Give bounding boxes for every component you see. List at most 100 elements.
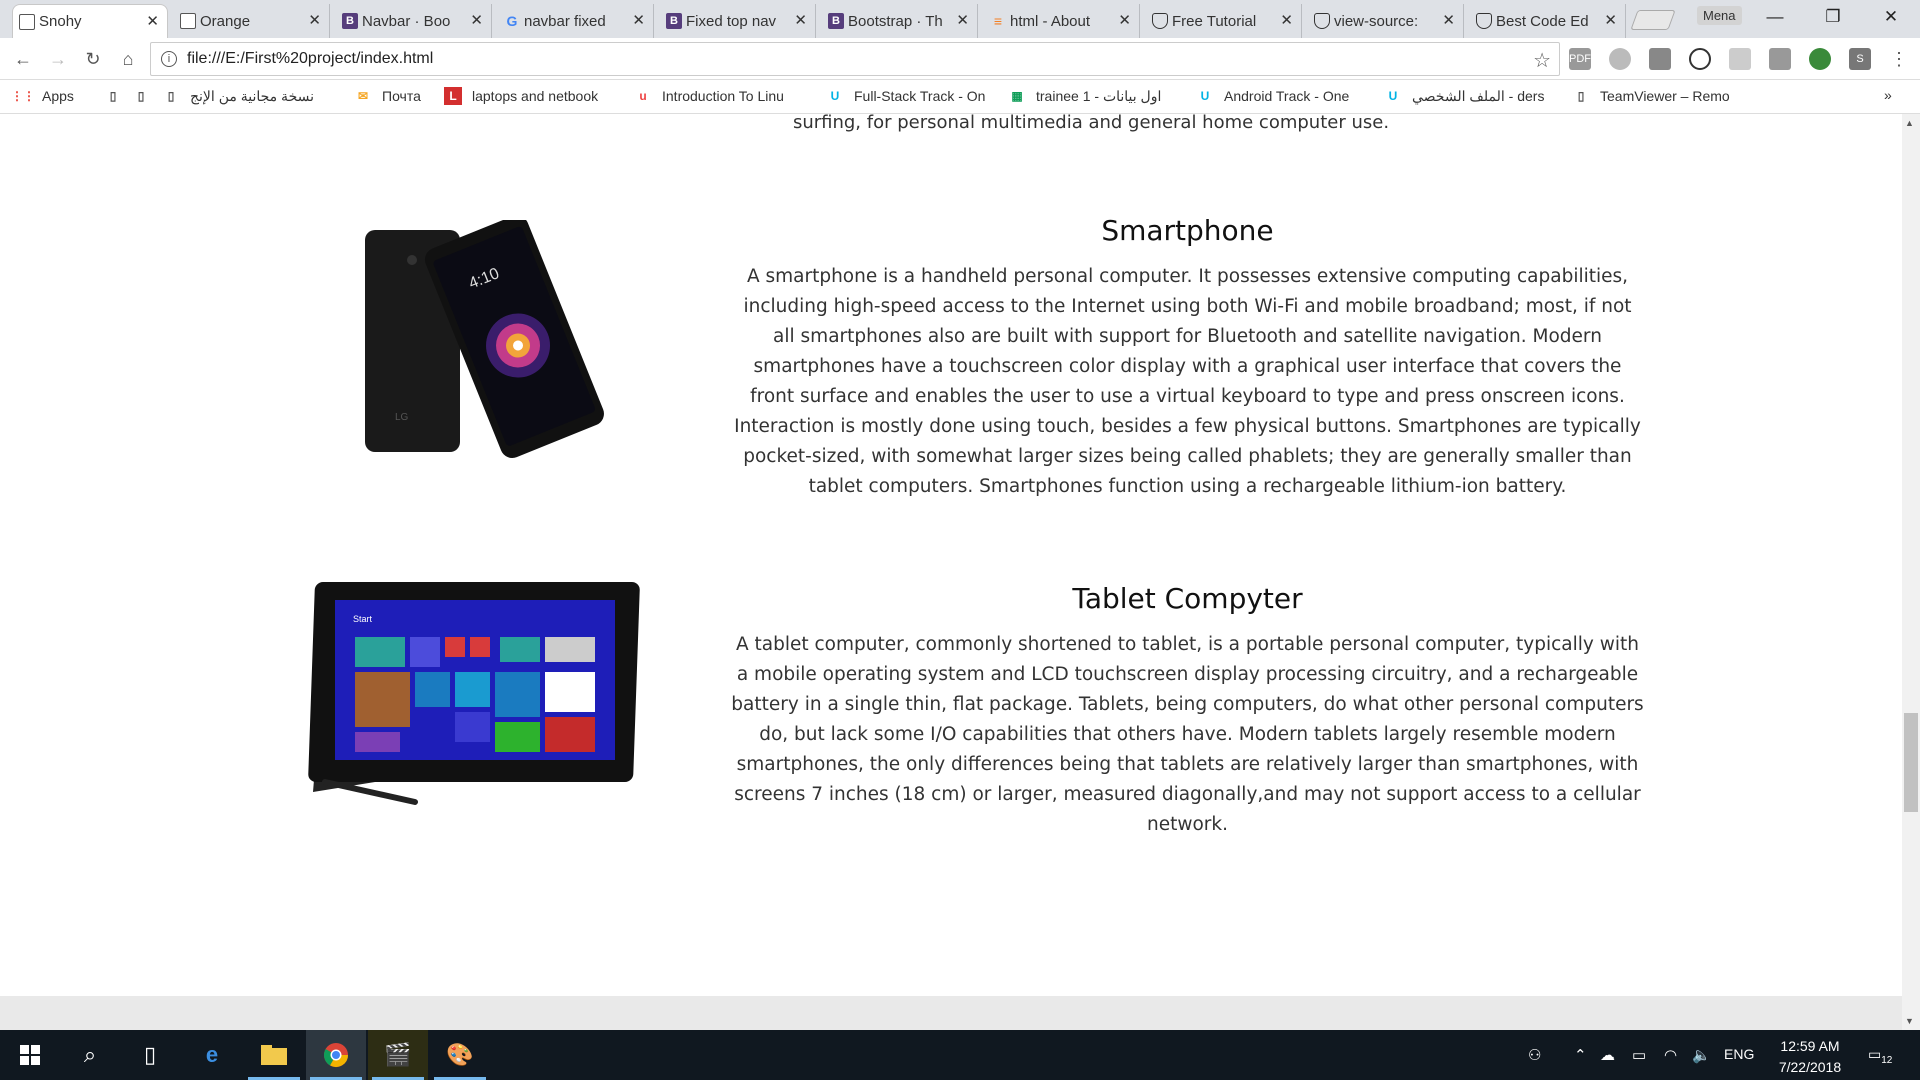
bookmarks-bar: ⋮⋮ Apps ▯ ▯ ▯ نسخة مجانية من الإنج ✉ Почта Llapt… [0, 80, 1920, 114]
browser-tab[interactable]: B Fixed top nav ✕ [660, 4, 816, 38]
browser-tab[interactable]: B Navbar · Boo ✕ [336, 4, 492, 38]
bookmark-item[interactable]: ▦ trainee 1 - اول بيانات [1008, 87, 1161, 105]
taskbar: ⌕ ▯ e 🎬 🎨 ⚇ ⌃ ☁ ▭ ◠ 🔈 ENG 12:59 AM 7/22/… [0, 1030, 1920, 1080]
close-tab-icon[interactable]: ✕ [1442, 11, 1455, 29]
smartphone-image: LG 4:10 [355, 215, 610, 460]
bookmark-star-icon[interactable]: ☆ [1533, 48, 1551, 73]
menu-icon[interactable]: ⋮ [1886, 46, 1912, 72]
scroll-down-arrow-icon[interactable]: ▼ [1905, 1016, 1914, 1026]
browser-toolbar: ← → ↻ ⌂ i file:///E:/First%20project/ind… [0, 38, 1920, 80]
browser-tab[interactable]: B Bootstrap · Th ✕ [822, 4, 978, 38]
bookmarks-overflow[interactable]: » [1884, 87, 1892, 103]
windows-start-icon[interactable] [0, 1030, 60, 1080]
new-tab-button[interactable] [1630, 10, 1676, 30]
file-explorer-icon[interactable] [244, 1030, 304, 1080]
bookmark-label: TeamViewer – Remo [1600, 88, 1730, 104]
puzzle-extension-icon[interactable] [1729, 48, 1751, 70]
bookmark-item[interactable]: U الملف الشخصي - ders [1384, 87, 1545, 105]
bookmark-item[interactable]: ▯ نسخة مجانية من الإنج [162, 87, 314, 105]
mail-icon: ✉ [357, 89, 369, 103]
google-icon: G [506, 13, 518, 29]
l-icon: L [444, 87, 462, 105]
onedrive-icon[interactable]: ☁ [1600, 1046, 1615, 1064]
shield-icon [1152, 13, 1168, 29]
browser-tab[interactable]: Orange ✕ [174, 4, 330, 38]
bookmark-item[interactable]: ▯ TeamViewer – Remo [1572, 87, 1730, 105]
home-button[interactable]: ⌂ [115, 46, 141, 72]
search-icon[interactable]: ⌕ [60, 1030, 120, 1080]
scrollbar-thumb[interactable] [1904, 713, 1918, 812]
speed-extension-icon[interactable] [1689, 48, 1711, 70]
section-title-smartphone: Smartphone [1101, 214, 1274, 247]
close-window-button[interactable]: ✕ [1862, 0, 1920, 34]
forward-button[interactable]: → [45, 46, 71, 72]
globe-extension-icon[interactable] [1809, 48, 1831, 70]
reload-button[interactable]: ↻ [80, 46, 106, 72]
tab-label: Fixed top nav [686, 12, 777, 30]
paint-app-icon[interactable]: 🎨 [430, 1030, 490, 1080]
bootstrap-icon: B [828, 13, 844, 29]
browser-tab[interactable]: Gnavbar fixed ✕ [498, 4, 654, 38]
profile-button[interactable]: Mena [1697, 6, 1742, 25]
close-tab-icon[interactable]: ✕ [1280, 11, 1293, 29]
chrome-browser-icon[interactable] [306, 1030, 366, 1080]
close-tab-icon[interactable]: ✕ [146, 12, 159, 30]
minimize-button[interactable]: — [1746, 0, 1804, 34]
back-button[interactable]: ← [10, 46, 36, 72]
people-icon[interactable]: ⚇ [1528, 1046, 1541, 1064]
bookmark-item[interactable]: ⋮⋮ Apps [11, 87, 74, 105]
bookmark-item[interactable]: Llaptops and netbook [444, 87, 598, 105]
show-hidden-icons-icon[interactable]: ⌃ [1574, 1046, 1587, 1064]
wifi-icon[interactable]: ◠ [1664, 1046, 1677, 1064]
s-extension-icon[interactable]: S [1849, 48, 1871, 70]
url-text: file:///E:/First%20project/index.html [187, 50, 434, 67]
clock-time: 12:59 AM [1780, 1038, 1840, 1054]
pdf2-extension-icon[interactable] [1769, 48, 1791, 70]
sheets-icon: ▦ [1011, 89, 1023, 103]
address-bar[interactable]: i file:///E:/First%20project/index.html … [150, 42, 1560, 76]
shield-icon [1314, 13, 1330, 29]
u-icon: U [1200, 89, 1210, 103]
action-center-icon[interactable]: ▭12 [1868, 1046, 1892, 1066]
close-tab-icon[interactable]: ✕ [470, 11, 483, 29]
page-icon: ▯ [137, 89, 145, 103]
task-view-icon[interactable]: ▯ [120, 1030, 180, 1080]
browser-tab[interactable]: Best Code Ed ✕ [1470, 4, 1626, 38]
scroll-up-arrow-icon[interactable]: ▲ [1905, 118, 1914, 128]
tablet-image: Start [305, 582, 650, 832]
pdf-extension-icon[interactable]: PDF [1569, 48, 1591, 70]
bookmark-item[interactable]: ▯ [132, 87, 160, 105]
volume-icon[interactable]: 🔈 [1692, 1046, 1711, 1064]
bookmark-item[interactable]: ▯ [104, 87, 132, 105]
info-icon[interactable]: i [161, 51, 177, 67]
close-tab-icon[interactable]: ✕ [1118, 11, 1131, 29]
tab-label: Navbar · Boo [362, 12, 451, 30]
bookmark-item[interactable]: U Android Track - One [1196, 87, 1350, 105]
bookmark-label: نسخة مجانية من الإنج [190, 87, 314, 104]
clock-date: 7/22/2018 [1778, 1059, 1842, 1075]
extension-icon[interactable] [1609, 48, 1631, 70]
browser-tab[interactable]: view-source: ✕ [1308, 4, 1464, 38]
browser-tab[interactable]: ≡ html - About ✕ [984, 4, 1140, 38]
battery-icon[interactable]: ▭ [1632, 1046, 1646, 1064]
edge-browser-icon[interactable]: e [182, 1030, 242, 1080]
footer-strip [0, 996, 1902, 1030]
bookmark-item[interactable]: U Full-Stack Track - On [826, 87, 986, 105]
close-tab-icon[interactable]: ✕ [308, 11, 321, 29]
video-editor-icon[interactable]: 🎬 [368, 1030, 428, 1080]
page-scrollbar[interactable] [1902, 114, 1920, 1030]
bootstrap-icon: B [666, 13, 682, 29]
browser-tab[interactable]: Free Tutorial ✕ [1146, 4, 1302, 38]
taskbar-clock[interactable]: 12:59 AM 7/22/2018 [1760, 1036, 1860, 1078]
language-indicator[interactable]: ENG [1724, 1046, 1754, 1062]
bookmark-item[interactable]: ✉ Почта [354, 87, 421, 105]
bookmark-extension-icon[interactable] [1649, 48, 1671, 70]
close-tab-icon[interactable]: ✕ [956, 11, 969, 29]
browser-tab[interactable]: Snohy ✕ [12, 4, 168, 38]
close-tab-icon[interactable]: ✕ [632, 11, 645, 29]
u-icon: U [830, 89, 840, 103]
bookmark-item[interactable]: u Introduction To Linu [634, 87, 784, 105]
close-tab-icon[interactable]: ✕ [1604, 11, 1617, 29]
close-tab-icon[interactable]: ✕ [794, 11, 807, 29]
restore-button[interactable]: ❐ [1804, 0, 1862, 34]
